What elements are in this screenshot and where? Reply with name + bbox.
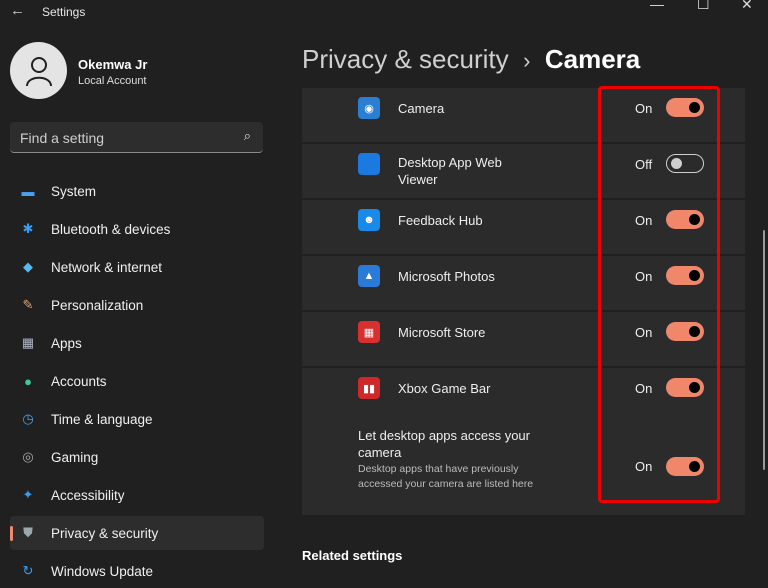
app-name: Microsoft Photos bbox=[398, 269, 495, 284]
nav-icon: ✎ bbox=[22, 297, 34, 312]
breadcrumb-separator: › bbox=[523, 48, 531, 73]
nav-icon: ▬ bbox=[21, 183, 35, 199]
app-name: Xbox Game Bar bbox=[398, 381, 491, 396]
nav-label: Personalization bbox=[51, 297, 144, 313]
app-icon: ◉ bbox=[358, 97, 380, 119]
nav-label: Time & language bbox=[51, 411, 153, 427]
nav-label: Network & internet bbox=[51, 259, 163, 275]
page-title: Camera bbox=[544, 44, 641, 74]
search-input[interactable]: Find a setting ⌕ bbox=[10, 122, 263, 153]
account-type: Local Account bbox=[78, 75, 147, 87]
app-name: Camera bbox=[398, 101, 445, 116]
user-icon bbox=[25, 56, 52, 86]
close-button[interactable]: ✕ bbox=[741, 0, 753, 13]
nav-icon: ▦ bbox=[21, 335, 35, 350]
app-icon: ▮▮ bbox=[358, 377, 380, 399]
nav-label: Apps bbox=[51, 335, 82, 351]
sidebar-item-accessibility[interactable]: ✦ Accessibility bbox=[10, 478, 264, 512]
nav-label: Privacy & security bbox=[51, 525, 159, 541]
app-icon: ☻ bbox=[358, 209, 380, 231]
app-name: Feedback Hub bbox=[398, 213, 483, 228]
nav-label: Accounts bbox=[51, 373, 107, 389]
avatar[interactable] bbox=[10, 42, 67, 99]
sidebar-item-system[interactable]: ▬ System bbox=[10, 174, 264, 208]
sidebar-item-gaming[interactable]: ◎ Gaming bbox=[10, 440, 264, 474]
scrollbar[interactable] bbox=[763, 230, 765, 470]
nav-icon: ✱ bbox=[22, 221, 34, 236]
back-button[interactable]: ← bbox=[10, 2, 25, 19]
nav-icon: ● bbox=[24, 373, 32, 389]
desktop-apps-description: Desktop apps that have previously access… bbox=[358, 463, 534, 490]
nav-icon: ⛊ bbox=[23, 525, 33, 540]
nav-icon: ✦ bbox=[22, 487, 34, 502]
app-icon: ▲ bbox=[358, 265, 380, 287]
search-icon: ⌕ bbox=[243, 128, 251, 143]
breadcrumb-parent[interactable]: Privacy & security bbox=[302, 44, 509, 74]
app-icon bbox=[358, 153, 380, 175]
search-placeholder: Find a setting bbox=[20, 130, 105, 146]
sidebar-item-accounts[interactable]: ● Accounts bbox=[10, 364, 264, 398]
window-title: Settings bbox=[42, 5, 86, 19]
nav-icon: ◎ bbox=[22, 449, 34, 464]
nav-label: Gaming bbox=[51, 449, 99, 465]
app-name: Desktop App Web Viewer bbox=[398, 155, 502, 187]
sidebar-item-personalization[interactable]: ✎ Personalization bbox=[10, 288, 264, 322]
nav-label: Bluetooth & devices bbox=[51, 221, 171, 237]
sidebar-item-time-language[interactable]: ◷ Time & language bbox=[10, 402, 264, 436]
highlight-box bbox=[598, 86, 720, 503]
desktop-apps-title: Let desktop apps access your camera bbox=[358, 428, 530, 460]
app-name: Microsoft Store bbox=[398, 325, 486, 340]
maximize-button[interactable]: ☐ bbox=[697, 0, 710, 13]
minimize-button[interactable]: — bbox=[650, 0, 664, 12]
active-indicator bbox=[10, 526, 13, 541]
related-settings-heading: Related settings bbox=[302, 548, 403, 563]
breadcrumb: Privacy & security › Camera bbox=[302, 44, 640, 75]
nav-label: System bbox=[51, 183, 97, 199]
app-icon: ▦ bbox=[358, 321, 380, 343]
nav-icon: ↻ bbox=[22, 563, 34, 578]
sidebar-item-bluetooth-devices[interactable]: ✱ Bluetooth & devices bbox=[10, 212, 264, 246]
sidebar-item-windows-update[interactable]: ↻ Windows Update bbox=[10, 554, 264, 588]
sidebar-item-privacy-security[interactable]: ⛊ Privacy & security bbox=[10, 516, 264, 550]
nav-label: Accessibility bbox=[51, 487, 125, 503]
nav-icon: ◆ bbox=[23, 259, 33, 274]
sidebar-item-network-internet[interactable]: ◆ Network & internet bbox=[10, 250, 264, 284]
user-name: Okemwa Jr bbox=[78, 57, 148, 72]
sidebar-item-apps[interactable]: ▦ Apps bbox=[10, 326, 264, 360]
nav-label: Windows Update bbox=[51, 563, 154, 579]
nav-icon: ◷ bbox=[22, 411, 34, 426]
